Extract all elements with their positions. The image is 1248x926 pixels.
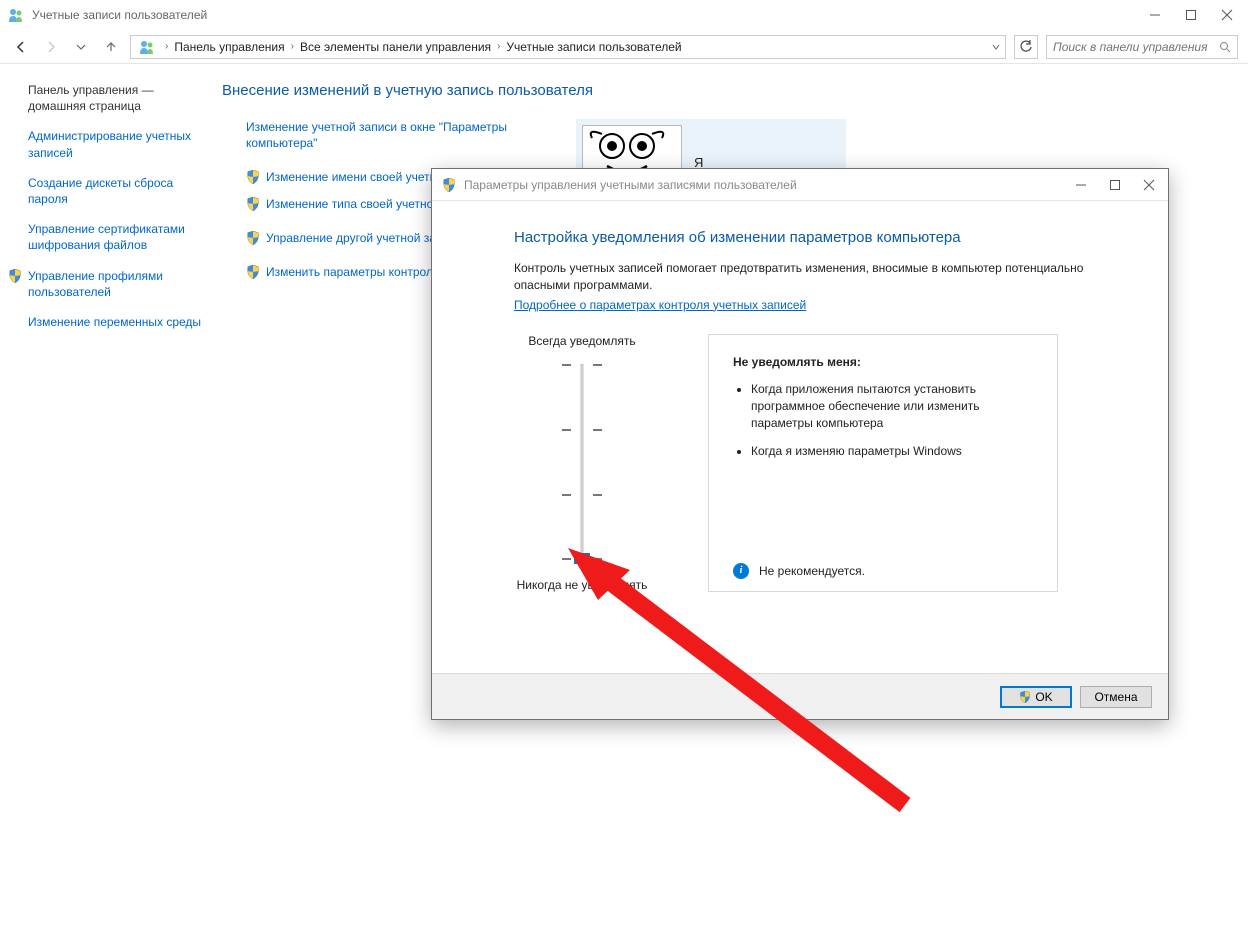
breadcrumb-item[interactable]: Панель управления [174,40,284,54]
refresh-button[interactable] [1014,35,1038,59]
page-title: Внесение изменений в учетную запись поль… [222,82,1228,99]
shield-icon [246,170,260,184]
user-name: Я [694,125,703,170]
breadcrumb-item[interactable]: Все элементы панели управления [300,40,491,54]
nav-history-dropdown[interactable] [70,36,92,58]
dialog-footer: OK Отмена [432,673,1168,719]
dialog-maximize-button[interactable] [1108,178,1122,192]
minimize-button[interactable] [1148,8,1162,22]
dialog-heading: Настройка уведомления об изменении парам… [514,229,1118,246]
sidebar-link[interactable]: Управление профилями пользователей [28,268,208,300]
dialog-titlebar: Параметры управления учетными записями п… [432,169,1168,201]
ok-button-label: OK [1035,690,1052,704]
info-panel-item: Когда я изменяю параметры Windows [751,443,1037,460]
content-link[interactable]: Изменение учетной записи в окне "Парамет… [246,119,546,151]
breadcrumb: Панель управления › Все элементы панели … [174,40,985,54]
address-icon [139,39,155,55]
sidebar-link[interactable]: Изменение переменных среды [28,314,208,330]
navbar: › Панель управления › Все элементы панел… [0,30,1248,64]
uac-dialog: Параметры управления учетными записями п… [431,168,1169,720]
info-panel-item: Когда приложения пытаются установить про… [751,381,1037,433]
search-box[interactable] [1046,35,1238,59]
content-link-label: Изменение учетной записи в окне "Парамет… [246,119,546,151]
sidebar: Панель управления — домашняя страница Ад… [0,64,218,926]
sidebar-link-label: Изменение переменных среды [28,315,201,329]
close-button[interactable] [1220,8,1234,22]
sidebar-link-label: Управление профилями пользователей [28,269,163,299]
shield-icon [1019,691,1031,703]
nav-up-button[interactable] [100,36,122,58]
dialog-minimize-button[interactable] [1074,178,1088,192]
info-panel-title: Не уведомлять меня: [733,355,1037,369]
cancel-button-label: Отмена [1094,690,1137,704]
shield-icon [246,265,260,279]
search-icon [1219,41,1231,53]
sidebar-link-label: Администрирование учетных записей [28,129,191,159]
cancel-button[interactable]: Отмена [1080,686,1152,708]
breadcrumb-item[interactable]: Учетные записи пользователей [506,40,681,54]
dialog-title: Параметры управления учетными записями п… [464,178,1074,192]
search-input[interactable] [1053,40,1219,54]
window-title: Учетные записи пользователей [32,8,1148,22]
shield-icon [246,197,260,211]
dialog-help-link[interactable]: Подробнее о параметрах контроля учетных … [514,298,806,312]
slider-handle[interactable] [574,553,590,564]
slider-label-bottom: Никогда не уведомлять [514,578,650,592]
uac-info-panel: Не уведомлять меня: Когда приложения пыт… [708,334,1058,592]
sidebar-link[interactable]: Администрирование учетных записей [28,128,208,160]
address-bar[interactable]: › Панель управления › Все элементы панел… [130,35,1006,59]
shield-icon [442,178,456,192]
uac-slider[interactable] [562,358,602,568]
shield-icon [8,269,22,283]
sidebar-link[interactable]: Управление сертификатами шифрования файл… [28,221,208,253]
dialog-description: Контроль учетных записей помогает предот… [514,260,1118,294]
sidebar-link-label: Управление сертификатами шифрования файл… [28,222,185,252]
ok-button[interactable]: OK [1000,686,1072,708]
info-note-text: Не рекомендуется. [759,564,865,578]
nav-back-button[interactable] [10,36,32,58]
address-dropdown[interactable] [991,42,1001,52]
shield-icon [246,231,260,245]
sidebar-link[interactable]: Создание дискеты сброса пароля [28,175,208,207]
dialog-close-button[interactable] [1142,178,1156,192]
maximize-button[interactable] [1184,8,1198,22]
app-icon [8,7,24,23]
titlebar: Учетные записи пользователей [0,0,1248,30]
info-icon: i [733,563,749,579]
sidebar-link-label: Создание дискеты сброса пароля [28,176,173,206]
nav-forward-button[interactable] [40,36,62,58]
slider-label-top: Всегда уведомлять [514,334,650,348]
sidebar-home-link[interactable]: Панель управления — домашняя страница [28,82,208,114]
